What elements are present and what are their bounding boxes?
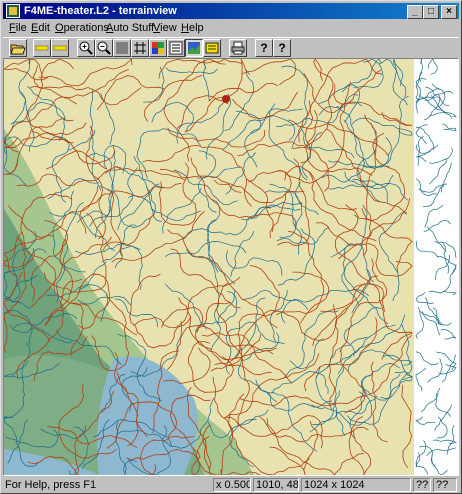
arrow-left-icon[interactable] — [33, 39, 51, 57]
menu-view[interactable]: View — [151, 21, 179, 35]
menu-help[interactable]: Help — [179, 21, 206, 35]
app-window: F4ME-theater.L2 - terrainview _ □ × File… — [0, 0, 462, 494]
terrain-map[interactable] — [4, 59, 458, 475]
minimize-button[interactable]: _ — [407, 5, 423, 19]
window-title: F4ME-theater.L2 - terrainview — [24, 5, 177, 17]
app-icon[interactable] — [6, 4, 20, 18]
context-help-icon[interactable]: ? — [273, 39, 291, 57]
menu-operations[interactable]: Operations — [53, 21, 111, 35]
zoom-out-icon[interactable] — [95, 39, 113, 57]
title-bar[interactable]: F4ME-theater.L2 - terrainview _ □ × — [3, 3, 459, 19]
maximize-button[interactable]: □ — [423, 5, 439, 19]
arrow-right-icon[interactable] — [51, 39, 69, 57]
print-icon[interactable] — [229, 39, 247, 57]
list-icon[interactable] — [167, 39, 185, 57]
menu-file[interactable]: File — [7, 21, 29, 35]
overlay-icon[interactable] — [203, 39, 221, 57]
grid-icon[interactable] — [131, 39, 149, 57]
terrain-map-view[interactable] — [3, 58, 459, 476]
terrain-view-icon[interactable] — [185, 39, 203, 57]
status-zoom: x 0.500 — [213, 478, 251, 492]
zoom-in-icon[interactable] — [77, 39, 95, 57]
color-tiles-icon[interactable] — [149, 39, 167, 57]
menu-auto-stuff[interactable]: Auto Stuff — [104, 21, 156, 35]
close-button[interactable]: × — [441, 5, 457, 19]
status-feet: ?? ft — [413, 478, 431, 492]
status-coords: 1010, 488 — [253, 478, 299, 492]
open-folder-icon[interactable] — [9, 39, 27, 57]
status-size: 1024 x 1024 — [301, 478, 411, 492]
toolbar: ? ? — [3, 37, 459, 59]
help-icon[interactable]: ? — [255, 39, 273, 57]
gray-square-icon[interactable] — [113, 39, 131, 57]
menu-bar: File Edit Operations Auto Stuff View Hel… — [3, 20, 459, 36]
status-help-text: For Help, press F1 — [5, 479, 97, 491]
city-marker[interactable] — [222, 95, 230, 103]
menu-edit[interactable]: Edit — [29, 21, 52, 35]
status-bar: For Help, press F1 x 0.500 1010, 488 102… — [3, 478, 459, 493]
status-extra: ?? — [433, 478, 457, 492]
